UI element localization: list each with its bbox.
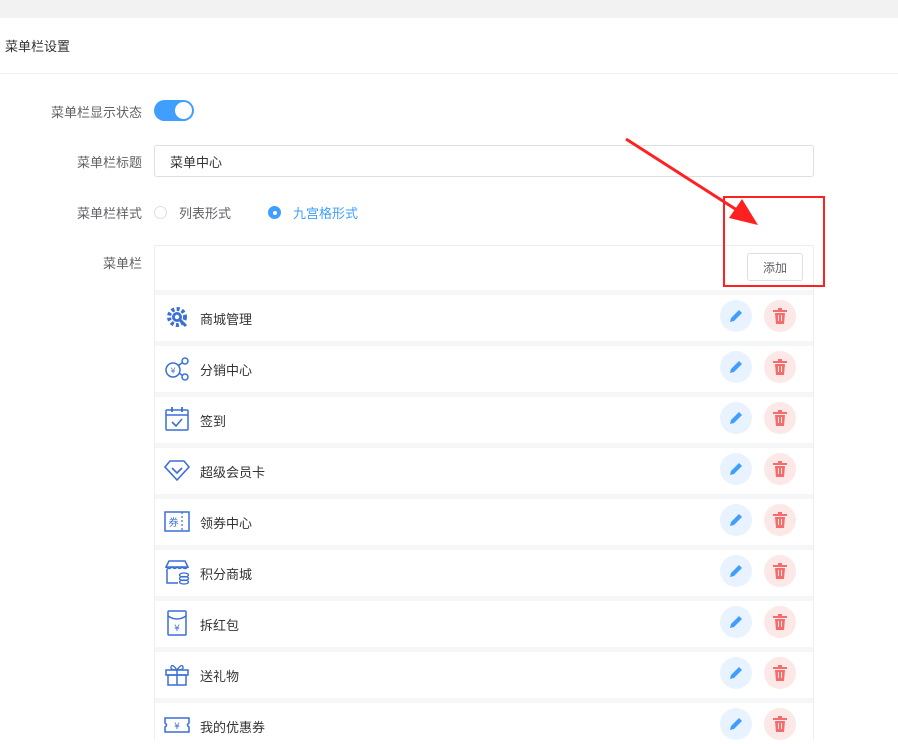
calendar-check-icon: [165, 407, 189, 431]
trash-icon: [773, 359, 787, 375]
pencil-icon: [730, 718, 742, 730]
trash-icon: [773, 665, 787, 681]
pencil-icon: [730, 514, 742, 526]
svg-text:¥: ¥: [170, 367, 175, 376]
menu-item-name: 商城管理: [200, 313, 253, 328]
list-item: 超级会员卡: [155, 443, 813, 489]
menu-item-name: 我的优惠券: [200, 721, 266, 736]
edit-button[interactable]: [720, 351, 752, 383]
svg-text:¥: ¥: [174, 722, 180, 732]
coupon-center-icon: 券: [164, 511, 190, 532]
edit-button[interactable]: [720, 300, 752, 332]
edit-button[interactable]: [720, 657, 752, 689]
edit-button[interactable]: [720, 555, 752, 587]
trash-icon: [773, 563, 787, 579]
list-item: 积分商城: [155, 545, 813, 591]
list-item: ¥ 分销中心: [155, 341, 813, 387]
diamond-icon: [164, 460, 190, 482]
edit-button[interactable]: [720, 504, 752, 536]
pencil-icon: [730, 565, 742, 577]
list-item: 券 领券中心: [155, 494, 813, 540]
gift-icon: [165, 664, 189, 686]
list-item: ¥ 我的优惠券: [155, 698, 813, 744]
gear-shop-icon: [167, 307, 188, 328]
distribution-icon: ¥: [165, 357, 189, 381]
delete-button[interactable]: [764, 402, 796, 434]
menu-item-name: 积分商城: [200, 568, 253, 583]
delete-button[interactable]: [764, 351, 796, 383]
trash-icon: [773, 461, 787, 477]
list-item: ¥ 拆红包: [155, 596, 813, 642]
trash-icon: [773, 716, 787, 732]
edit-button[interactable]: [720, 453, 752, 485]
delete-button[interactable]: [764, 708, 796, 740]
svg-text:¥: ¥: [174, 624, 180, 634]
delete-button[interactable]: [764, 504, 796, 536]
my-coupon-icon: ¥: [164, 717, 190, 733]
pencil-icon: [730, 310, 742, 322]
store-coins-icon: [164, 560, 190, 585]
pencil-icon: [730, 412, 742, 424]
trash-icon: [773, 512, 787, 528]
menu-item-name: 拆红包: [200, 619, 240, 634]
pencil-icon: [730, 616, 742, 628]
list-item: 送礼物: [155, 647, 813, 693]
delete-button[interactable]: [764, 657, 796, 689]
menu-item-name: 送礼物: [200, 670, 240, 685]
pencil-icon: [730, 667, 742, 679]
delete-button[interactable]: [764, 606, 796, 638]
edit-button[interactable]: [720, 606, 752, 638]
trash-icon: [773, 614, 787, 630]
menu-item-name: 领券中心: [200, 517, 253, 532]
edit-button[interactable]: [720, 402, 752, 434]
list-item: 商城管理: [155, 290, 813, 336]
red-packet-icon: ¥: [167, 610, 187, 636]
trash-icon: [773, 410, 787, 426]
edit-button[interactable]: [720, 708, 752, 740]
svg-text:券: 券: [169, 516, 179, 529]
delete-button[interactable]: [764, 453, 796, 485]
delete-button[interactable]: [764, 300, 796, 332]
list-item: 签到: [155, 392, 813, 438]
trash-icon: [773, 308, 787, 324]
pencil-icon: [730, 361, 742, 373]
delete-button[interactable]: [764, 555, 796, 587]
menu-item-name: 签到: [200, 415, 227, 430]
menu-item-name: 分销中心: [200, 364, 253, 379]
menu-item-name: 超级会员卡: [200, 466, 266, 481]
pencil-icon: [730, 463, 742, 475]
